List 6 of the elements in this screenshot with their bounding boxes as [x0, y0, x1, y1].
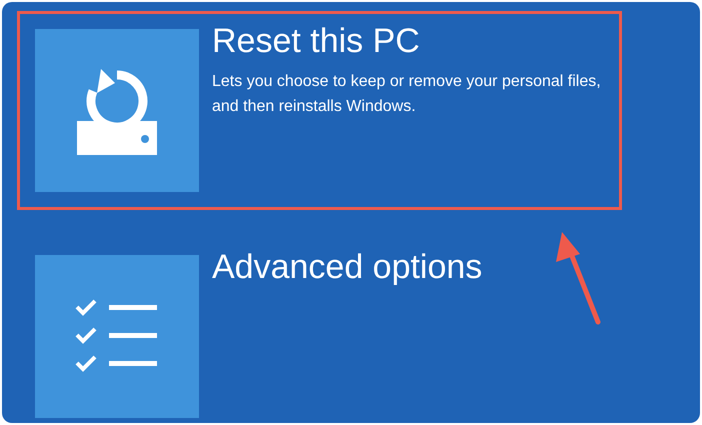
option-description: Lets you choose to keep or remove your personal files, and then reinstalls Windows. — [212, 72, 602, 117]
checklist-icon — [75, 298, 159, 374]
option-title: Reset this PC — [212, 21, 421, 61]
recovery-option[interactable]: Advanced options — [17, 237, 622, 423]
recovery-option[interactable]: Reset this PC Lets you choose to keep or remove your personal files, and then reinstalls Windows. — [17, 11, 622, 210]
option-title: Advanced options — [212, 247, 482, 287]
